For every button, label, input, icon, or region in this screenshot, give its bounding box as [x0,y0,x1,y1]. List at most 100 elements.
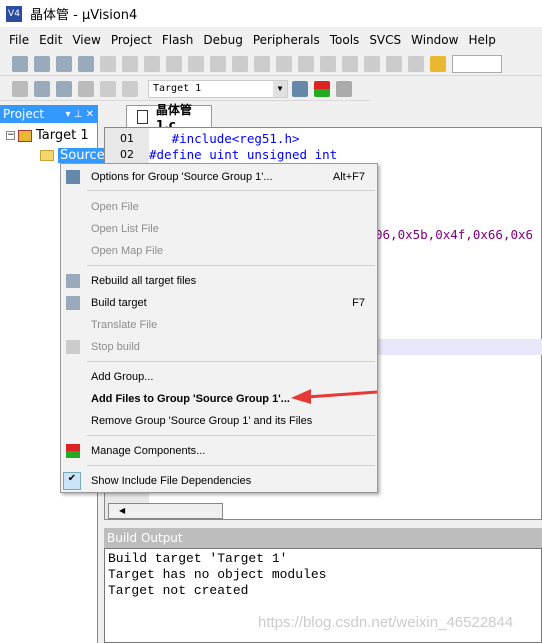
rebuild-icon[interactable] [56,80,72,97]
menu-project[interactable]: Project [111,33,152,47]
find-in-files-icon[interactable] [430,55,446,72]
copy-icon[interactable] [122,55,138,72]
menu-item-label: Open Map File [91,245,164,257]
back-icon[interactable] [210,55,226,72]
menu-view[interactable]: View [72,33,100,47]
bookmark-icon[interactable] [254,55,270,72]
menu-debug[interactable]: Debug [203,33,242,47]
prev-bookmark-icon[interactable] [276,55,292,72]
menu-item-label: Manage Components... [91,445,206,457]
menu-help[interactable]: Help [468,33,495,47]
stop-build-icon [66,340,80,354]
menu-item-open-list-file[interactable]: Open List File [61,218,377,240]
translate-icon[interactable] [12,80,28,97]
indent-icon[interactable] [342,55,358,72]
menu-item-open-file[interactable]: Open File [61,196,377,218]
chevron-down-icon[interactable]: ▼ [273,80,287,97]
menu-peripherals[interactable]: Peripherals [253,33,320,47]
menu-window[interactable]: Window [411,33,458,47]
window-title: 晶体管 - µVision4 [30,8,138,23]
components-icon[interactable] [314,80,330,97]
app-icon: V4 [6,5,22,22]
collapse-icon[interactable]: − [6,131,15,140]
close-icon[interactable]: ✕ [86,109,94,120]
stop-build-icon[interactable] [100,80,116,97]
line-number: 01 [120,132,134,145]
menu-item-label: Show Include File Dependencies [91,475,252,487]
menu-tools[interactable]: Tools [330,33,360,47]
menu-item-rebuild-all-target-files[interactable]: Rebuild all target files [61,270,377,292]
menu-flash[interactable]: Flash [162,33,193,47]
redo-icon[interactable] [188,55,204,72]
menu-item-remove-group-source-group-1-and-its-files[interactable]: Remove Group 'Source Group 1' and its Fi… [61,410,377,432]
menu-item-open-map-file[interactable]: Open Map File [61,240,377,262]
menu-item-manage-components[interactable]: Manage Components... [61,440,377,462]
arrow-head [291,389,311,404]
folder-icon [40,150,54,161]
menu-file[interactable]: File [9,33,29,47]
open-file-icon[interactable] [34,55,50,72]
menu-svcs[interactable]: SVCS [369,33,401,47]
checkmark-icon: ✔ [63,472,81,490]
pin-icon[interactable]: ⊥ [74,109,83,120]
build-icon [66,296,80,310]
shortcut: Alt+F7 [332,171,365,183]
menu-item-label: Build target [91,297,147,309]
cut-icon[interactable] [100,55,116,72]
tree-item-source-group[interactable]: Source [40,148,107,163]
horizontal-scrollbar[interactable]: ◀ [108,503,223,519]
menu-item-stop-build[interactable]: Stop build [61,336,377,358]
wand-icon[interactable] [292,80,308,97]
window-icon[interactable] [336,80,352,97]
menu-item-translate-file[interactable]: Translate File [61,314,377,336]
target-label: Target 1 [36,128,89,143]
menu-separator [87,361,375,362]
arrow-shaft [306,390,378,399]
target-select[interactable]: Target 1 ▼ [148,79,288,98]
new-file-icon[interactable] [12,55,28,72]
next-bookmark-icon[interactable] [298,55,314,72]
comment-icon[interactable] [386,55,402,72]
code-line: #define uint unsigned int [149,147,338,162]
watermark: https://blog.csdn.net/weixin_46522844 [258,614,514,631]
menu-item-label: Options for Group 'Source Group 1'... [91,171,273,183]
target-select-value: Target 1 [153,82,202,94]
title-bar: V4 晶体管 - µVision4 [0,0,542,27]
undo-icon[interactable] [166,55,182,72]
code-fragment: 06,0x5b,0x4f,0x66,0x6 [375,227,534,242]
menu-item-label: Translate File [91,319,158,331]
tab-file[interactable]: 晶体管1.c [126,103,212,132]
components-icon [66,444,80,458]
menu-separator [87,190,375,191]
build-icon[interactable] [34,80,50,97]
menu-item-label: Rebuild all target files [91,275,197,287]
save-all-icon[interactable] [78,55,94,72]
menu-separator [87,265,375,266]
clear-bookmarks-icon[interactable] [320,55,336,72]
menu-item-label: Open List File [91,223,159,235]
uncomment-icon[interactable] [408,55,424,72]
batch-build-icon[interactable] [78,80,94,97]
code-line: #include<reg51.h> [149,131,300,146]
menu-item-label: Stop build [91,341,140,353]
unindent-icon[interactable] [364,55,380,72]
menu-item-label: Add Files to Group 'Source Group 1'... [91,393,290,405]
menu-edit[interactable]: Edit [39,33,62,47]
tree-item-target[interactable]: − Target 1 [6,128,89,143]
load-icon[interactable] [122,80,138,97]
project-title: Project [3,107,45,121]
save-icon[interactable] [56,55,72,72]
menu-item-label: Remove Group 'Source Group 1' and its Fi… [91,415,313,427]
menu-item-options-for-group-source-group-1[interactable]: Options for Group 'Source Group 1'... Alt… [61,166,377,188]
group-label: Source [58,148,107,163]
red-arrow-annotation [291,389,378,404]
paste-icon[interactable] [144,55,160,72]
shortcut: F7 [352,297,365,309]
forward-icon[interactable] [232,55,248,72]
dropdown-icon[interactable]: ▾ [65,109,70,120]
menu-item-build-target[interactable]: Build target F7 [61,292,377,314]
output-line: Target has no object modules [108,567,327,582]
panel-controls[interactable]: ▾ ⊥ ✕ [65,109,94,120]
find-input[interactable] [452,54,502,73]
menu-item-show-include-file-dependencies[interactable]: ✔ Show Include File Dependencies [61,470,377,492]
